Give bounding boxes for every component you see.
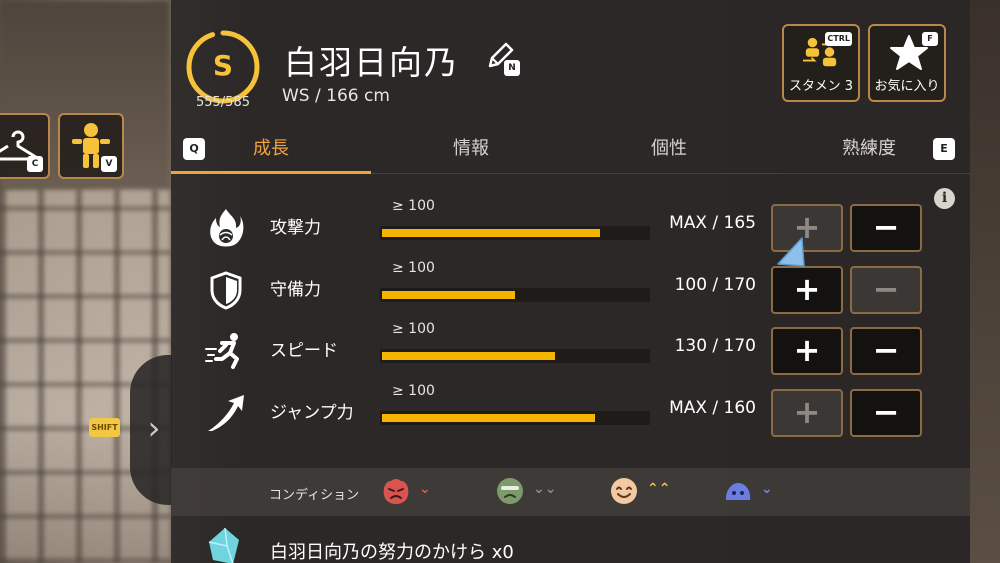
stat-label: スピード: [270, 341, 338, 361]
stat-row-attack: 攻撃力 ≥ 100 MAX / 165 + −: [200, 198, 930, 254]
character-name: 白羽日向乃: [284, 43, 459, 82]
jump-arrow-icon: [208, 395, 244, 432]
tab-traits[interactable]: 個性: [629, 126, 709, 174]
favorite-label: お気に入り: [874, 79, 940, 94]
tab-growth[interactable]: 成長: [231, 126, 311, 174]
tab-bar: Q 成長 情報 個性 熟練度 E: [171, 126, 970, 174]
stat-label: 攻撃力: [270, 218, 321, 238]
speed-minus-button[interactable]: −: [850, 327, 922, 375]
defense-minus-button[interactable]: −: [850, 266, 922, 314]
favorite-key: F: [922, 32, 938, 46]
active-tab-indicator: [171, 171, 371, 174]
attack-minus-button[interactable]: −: [850, 204, 922, 252]
speed-plus-button[interactable]: +: [771, 327, 843, 375]
condition-arrow: ⌄: [419, 481, 431, 497]
condition-bar: コンディション ⌄ ⌄⌄ ⌃⌃ ⌄: [171, 468, 970, 516]
stat-label: 守備力: [270, 280, 321, 300]
condition-label: コンディション: [269, 488, 360, 503]
stat-bar-fill: [382, 352, 555, 360]
edit-key: N: [504, 60, 520, 76]
outfit-button[interactable]: C: [0, 113, 50, 179]
rank-letter: S: [212, 49, 234, 82]
jump-minus-button[interactable]: −: [850, 389, 922, 437]
stat-bar: [380, 411, 650, 425]
condition-arrow: ⌄: [761, 481, 773, 497]
speed-runner-icon: [205, 333, 239, 369]
stat-value: 130 / 170: [674, 336, 756, 356]
happy-face-icon: [611, 478, 637, 504]
stat-row-speed: スピード ≥ 100 130 / 170 + −: [200, 321, 930, 377]
stat-threshold: ≥ 100: [392, 321, 435, 337]
defense-shield-icon: [210, 271, 242, 310]
starter-button[interactable]: CTRL スタメン 3: [782, 24, 860, 102]
stat-label: ジャンプ力: [270, 403, 354, 423]
rank-progress-text: 555/585: [195, 95, 250, 110]
condition-arrow: ⌄⌄: [533, 481, 557, 497]
shift-key-badge: SHIFT: [89, 418, 120, 437]
edit-name-button[interactable]: N: [484, 40, 524, 76]
stat-row-defense: 守備力 ≥ 100 100 / 170 + −: [200, 260, 930, 316]
pointer-cursor-icon: [777, 237, 805, 267]
stat-threshold: ≥ 100: [392, 260, 435, 276]
stat-bar: [380, 226, 650, 240]
next-tab-key[interactable]: E: [933, 138, 955, 160]
outfit-key: C: [27, 156, 43, 172]
stat-value: MAX / 165: [669, 213, 756, 233]
tab-proficiency[interactable]: 熟練度: [827, 126, 911, 174]
starter-label: スタメン 3: [788, 79, 853, 94]
pose-key: V: [101, 156, 117, 172]
stat-value: MAX / 160: [669, 398, 756, 418]
stat-bar-fill: [382, 291, 515, 299]
stat-bar-fill: [382, 229, 601, 237]
favorite-button[interactable]: F お気に入り: [868, 24, 946, 102]
starter-key: CTRL: [825, 32, 852, 46]
stat-threshold: ≥ 100: [392, 198, 435, 214]
attack-flame-icon: [210, 209, 244, 247]
info-icon[interactable]: i: [934, 188, 955, 209]
prev-tab-key[interactable]: Q: [183, 138, 205, 160]
position-height: WS / 166 cm: [282, 86, 390, 106]
pose-button[interactable]: V: [58, 113, 124, 179]
stat-row-jump: ジャンプ力 ≥ 100 MAX / 160 + −: [200, 383, 930, 439]
defense-plus-button[interactable]: +: [771, 266, 843, 314]
background-right: [970, 0, 1000, 563]
stat-threshold: ≥ 100: [392, 383, 435, 399]
stat-bar: [380, 288, 650, 302]
chevron-right-icon[interactable]: ›: [144, 410, 164, 446]
stat-bar-fill: [382, 414, 595, 422]
condition-arrow: ⌃⌃: [647, 481, 671, 497]
jump-plus-button[interactable]: +: [771, 389, 843, 437]
tired-face-icon: [497, 478, 523, 504]
tab-info[interactable]: 情報: [431, 126, 511, 174]
angry-face-icon: [383, 479, 409, 504]
effort-pieces-text: 白羽日向乃の努力のかけら x0: [270, 542, 514, 563]
stat-bar: [380, 349, 650, 363]
blob-face-icon: [725, 483, 751, 500]
stat-value: 100 / 170: [674, 275, 756, 295]
crystal-shard-icon: [208, 527, 239, 563]
